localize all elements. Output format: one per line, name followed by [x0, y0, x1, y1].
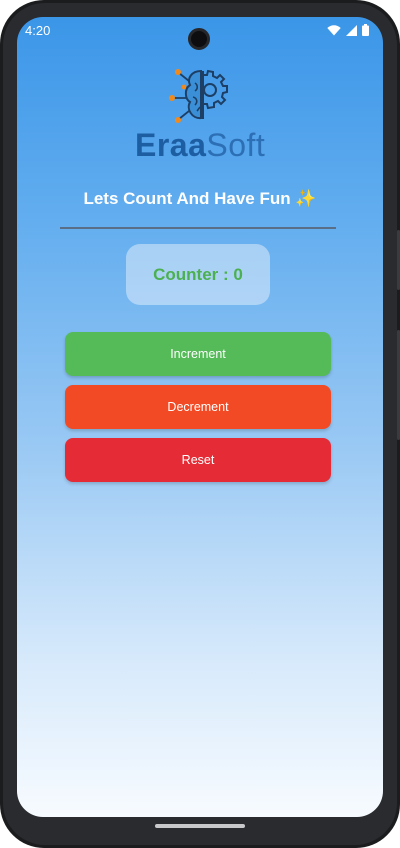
increment-button[interactable]: Increment	[65, 332, 331, 376]
page-title: Lets Count And Have Fun ✨	[83, 189, 317, 208]
app-screen: 4:20 EraaSoft Lets Count And Have Fun ✨ …	[17, 17, 383, 817]
phone-frame: 4:20 EraaSoft Lets Count And Have Fun ✨ …	[0, 0, 400, 848]
logo-text-light: Soft	[206, 127, 266, 163]
title-divider	[60, 227, 336, 229]
counter-display: Counter : 0	[126, 244, 270, 305]
battery-icon	[362, 24, 369, 36]
wifi-icon	[327, 24, 341, 35]
reset-button[interactable]: Reset	[65, 438, 331, 482]
brain-gear-icon	[169, 69, 228, 123]
signal-icon	[346, 24, 357, 36]
front-camera	[188, 28, 210, 50]
logo-wordmark: EraaSoft	[135, 129, 265, 161]
status-icons	[327, 24, 369, 36]
status-time: 4:20	[25, 22, 51, 38]
home-indicator[interactable]	[155, 824, 245, 828]
logo-text-bold: Eraa	[135, 127, 207, 163]
decrement-button[interactable]: Decrement	[65, 385, 331, 429]
eraasoft-logo: EraaSoft	[135, 65, 265, 161]
